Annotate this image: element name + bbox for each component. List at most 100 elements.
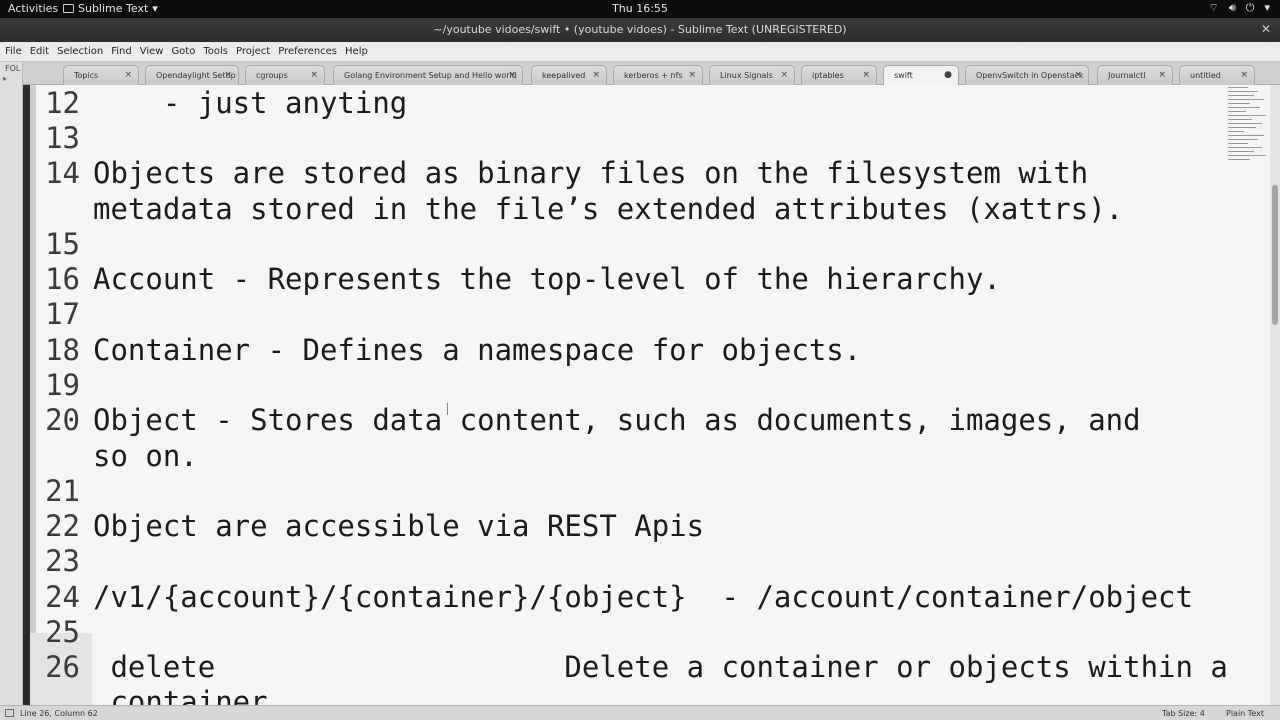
syntax-selector[interactable]: Plain Text [1226, 709, 1264, 718]
line-number: 20 [45, 403, 80, 437]
tab-label: Topics [74, 71, 99, 80]
close-icon[interactable]: × [224, 70, 232, 80]
expand-arrow-icon[interactable]: ▸ [3, 74, 7, 83]
line-number: 15 [45, 227, 80, 261]
menu-tools[interactable]: Tools [203, 46, 234, 57]
tab-topics[interactable]: Topics × [63, 65, 139, 85]
activities-button[interactable]: Activities [8, 2, 58, 15]
status-bar: Line 26, Column 62 Tab Size: 4 Plain Tex… [0, 705, 1280, 720]
tab-label: Golang Environment Setup and Hello world [344, 71, 517, 80]
code-line: 20 Object - Stores data content, such as … [30, 403, 1270, 438]
menu-view[interactable]: View [140, 46, 170, 57]
app-menu[interactable]: Sublime Text ▾ [63, 2, 158, 15]
menu-bar: File Edit Selection Find View Goto Tools… [0, 42, 1280, 62]
minimap-line [1228, 127, 1256, 128]
caret-down-icon[interactable]: ▾ [1264, 1, 1270, 15]
minimap-line [1228, 159, 1250, 160]
system-top-bar: Activities Sublime Text ▾ Thu 16:55 ⌔ 🔊︎… [0, 0, 1280, 18]
tab-label: swift [894, 71, 913, 80]
panel-toggle-icon[interactable] [5, 709, 14, 717]
minimap-line [1228, 111, 1246, 112]
cursor-position[interactable]: Line 26, Column 62 [20, 709, 98, 718]
minimap-line [1228, 135, 1264, 136]
close-icon[interactable]: × [508, 70, 516, 80]
close-icon[interactable]: × [780, 70, 788, 80]
minimap-line [1228, 95, 1254, 96]
line-number: 24 [45, 580, 80, 614]
tab-cgroups[interactable]: cgroups × [245, 65, 325, 85]
minimap-line [1228, 107, 1260, 108]
code-line: 17 [30, 297, 1270, 332]
minimap-line [1228, 131, 1244, 132]
close-icon[interactable]: × [688, 70, 696, 80]
close-icon[interactable]: × [862, 70, 870, 80]
tab-keepalived[interactable]: keepalived × [531, 65, 607, 85]
power-icon[interactable]: ⏻ [1246, 1, 1255, 15]
line-text: Object - Stores data content, such as do… [93, 403, 1141, 437]
line-number: 26 [45, 650, 80, 684]
close-icon[interactable]: × [310, 70, 318, 80]
wifi-icon[interactable]: ⌔ [1208, 1, 1218, 15]
modified-dot-icon[interactable]: ● [944, 70, 952, 80]
app-menu-label: Sublime Text [78, 2, 149, 15]
vertical-scrollbar[interactable] [1270, 85, 1280, 705]
tab-kerberos-nfs[interactable]: kerberos + nfs × [613, 65, 703, 85]
tab-untitled[interactable]: untitled × [1179, 65, 1255, 85]
line-number: 14 [45, 156, 80, 190]
code-line: 14 Objects are stored as binary files on … [30, 156, 1270, 191]
window-titlebar: ~/youtube vidoes/swift • (youtube vidoes… [0, 18, 1280, 42]
minimap-line [1228, 87, 1248, 88]
close-icon[interactable]: × [124, 70, 132, 80]
close-icon[interactable]: × [1158, 70, 1166, 80]
system-tray[interactable]: ⌔ 🔊︎ ⏻ ▾ [1208, 1, 1270, 15]
menu-edit[interactable]: Edit [30, 46, 55, 57]
code-line: metadata stored in the file’s extended a… [30, 192, 1270, 227]
code-line: 13 [30, 121, 1270, 156]
tab-openvswitch[interactable]: OpenvSwitch in Openstack × [965, 65, 1089, 85]
menu-selection[interactable]: Selection [57, 46, 109, 57]
editor-text-area[interactable]: 12 - just anyting 13 14 Objects are store… [30, 85, 1270, 705]
volume-icon[interactable]: 🔊︎ [1229, 1, 1236, 15]
close-icon[interactable]: × [1240, 70, 1248, 80]
line-number: 18 [45, 333, 80, 367]
code-line: container [30, 685, 1270, 705]
menu-preferences[interactable]: Preferences [278, 46, 343, 57]
close-icon[interactable]: × [592, 70, 600, 80]
line-number: 23 [45, 544, 80, 578]
close-icon[interactable]: × [1074, 70, 1082, 80]
tab-swift[interactable]: swift ● [883, 65, 959, 85]
code-line: 19 [30, 368, 1270, 403]
menu-help[interactable]: Help [345, 46, 374, 57]
minimap-line [1228, 91, 1258, 92]
minimap-line [1228, 99, 1264, 100]
menu-goto[interactable]: Goto [171, 46, 201, 57]
sidebar: FOL ▸ [0, 62, 23, 705]
menu-project[interactable]: Project [236, 46, 276, 57]
minimap-line [1228, 143, 1248, 144]
tab-golang-environment[interactable]: Golang Environment Setup and Hello world… [333, 65, 523, 85]
minimap-line [1228, 155, 1266, 156]
tab-size-selector[interactable]: Tab Size: 4 [1162, 709, 1205, 718]
tab-linux-signals[interactable]: Linux Signals × [709, 65, 795, 85]
window-icon [63, 4, 74, 13]
minimap-line [1228, 115, 1266, 116]
menu-file[interactable]: File [5, 46, 28, 57]
window-title: ~/youtube vidoes/swift • (youtube vidoes… [433, 23, 847, 36]
line-number: 25 [45, 615, 80, 649]
tab-journalctl[interactable]: Journalctl × [1097, 65, 1173, 85]
minimap[interactable] [1226, 85, 1268, 167]
minimap-line [1228, 151, 1254, 152]
code-line: 12 - just anyting [30, 86, 1270, 121]
line-text: container [93, 685, 268, 705]
menu-find[interactable]: Find [111, 46, 138, 57]
code-line: 21 [30, 474, 1270, 509]
line-text: metadata stored in the file’s extended a… [93, 192, 1124, 226]
line-text: Objects are stored as binary files on th… [93, 156, 1089, 190]
tab-label: kerberos + nfs [624, 71, 683, 80]
scrollbar-thumb[interactable] [1272, 185, 1278, 325]
tab-opendaylight-setup[interactable]: Opendaylight Setup × [145, 65, 239, 85]
clock[interactable]: Thu 16:55 [612, 2, 668, 15]
tab-iptables[interactable]: iptables × [801, 65, 877, 85]
close-icon[interactable]: ✕ [1261, 22, 1271, 36]
line-number: 22 [45, 509, 80, 543]
